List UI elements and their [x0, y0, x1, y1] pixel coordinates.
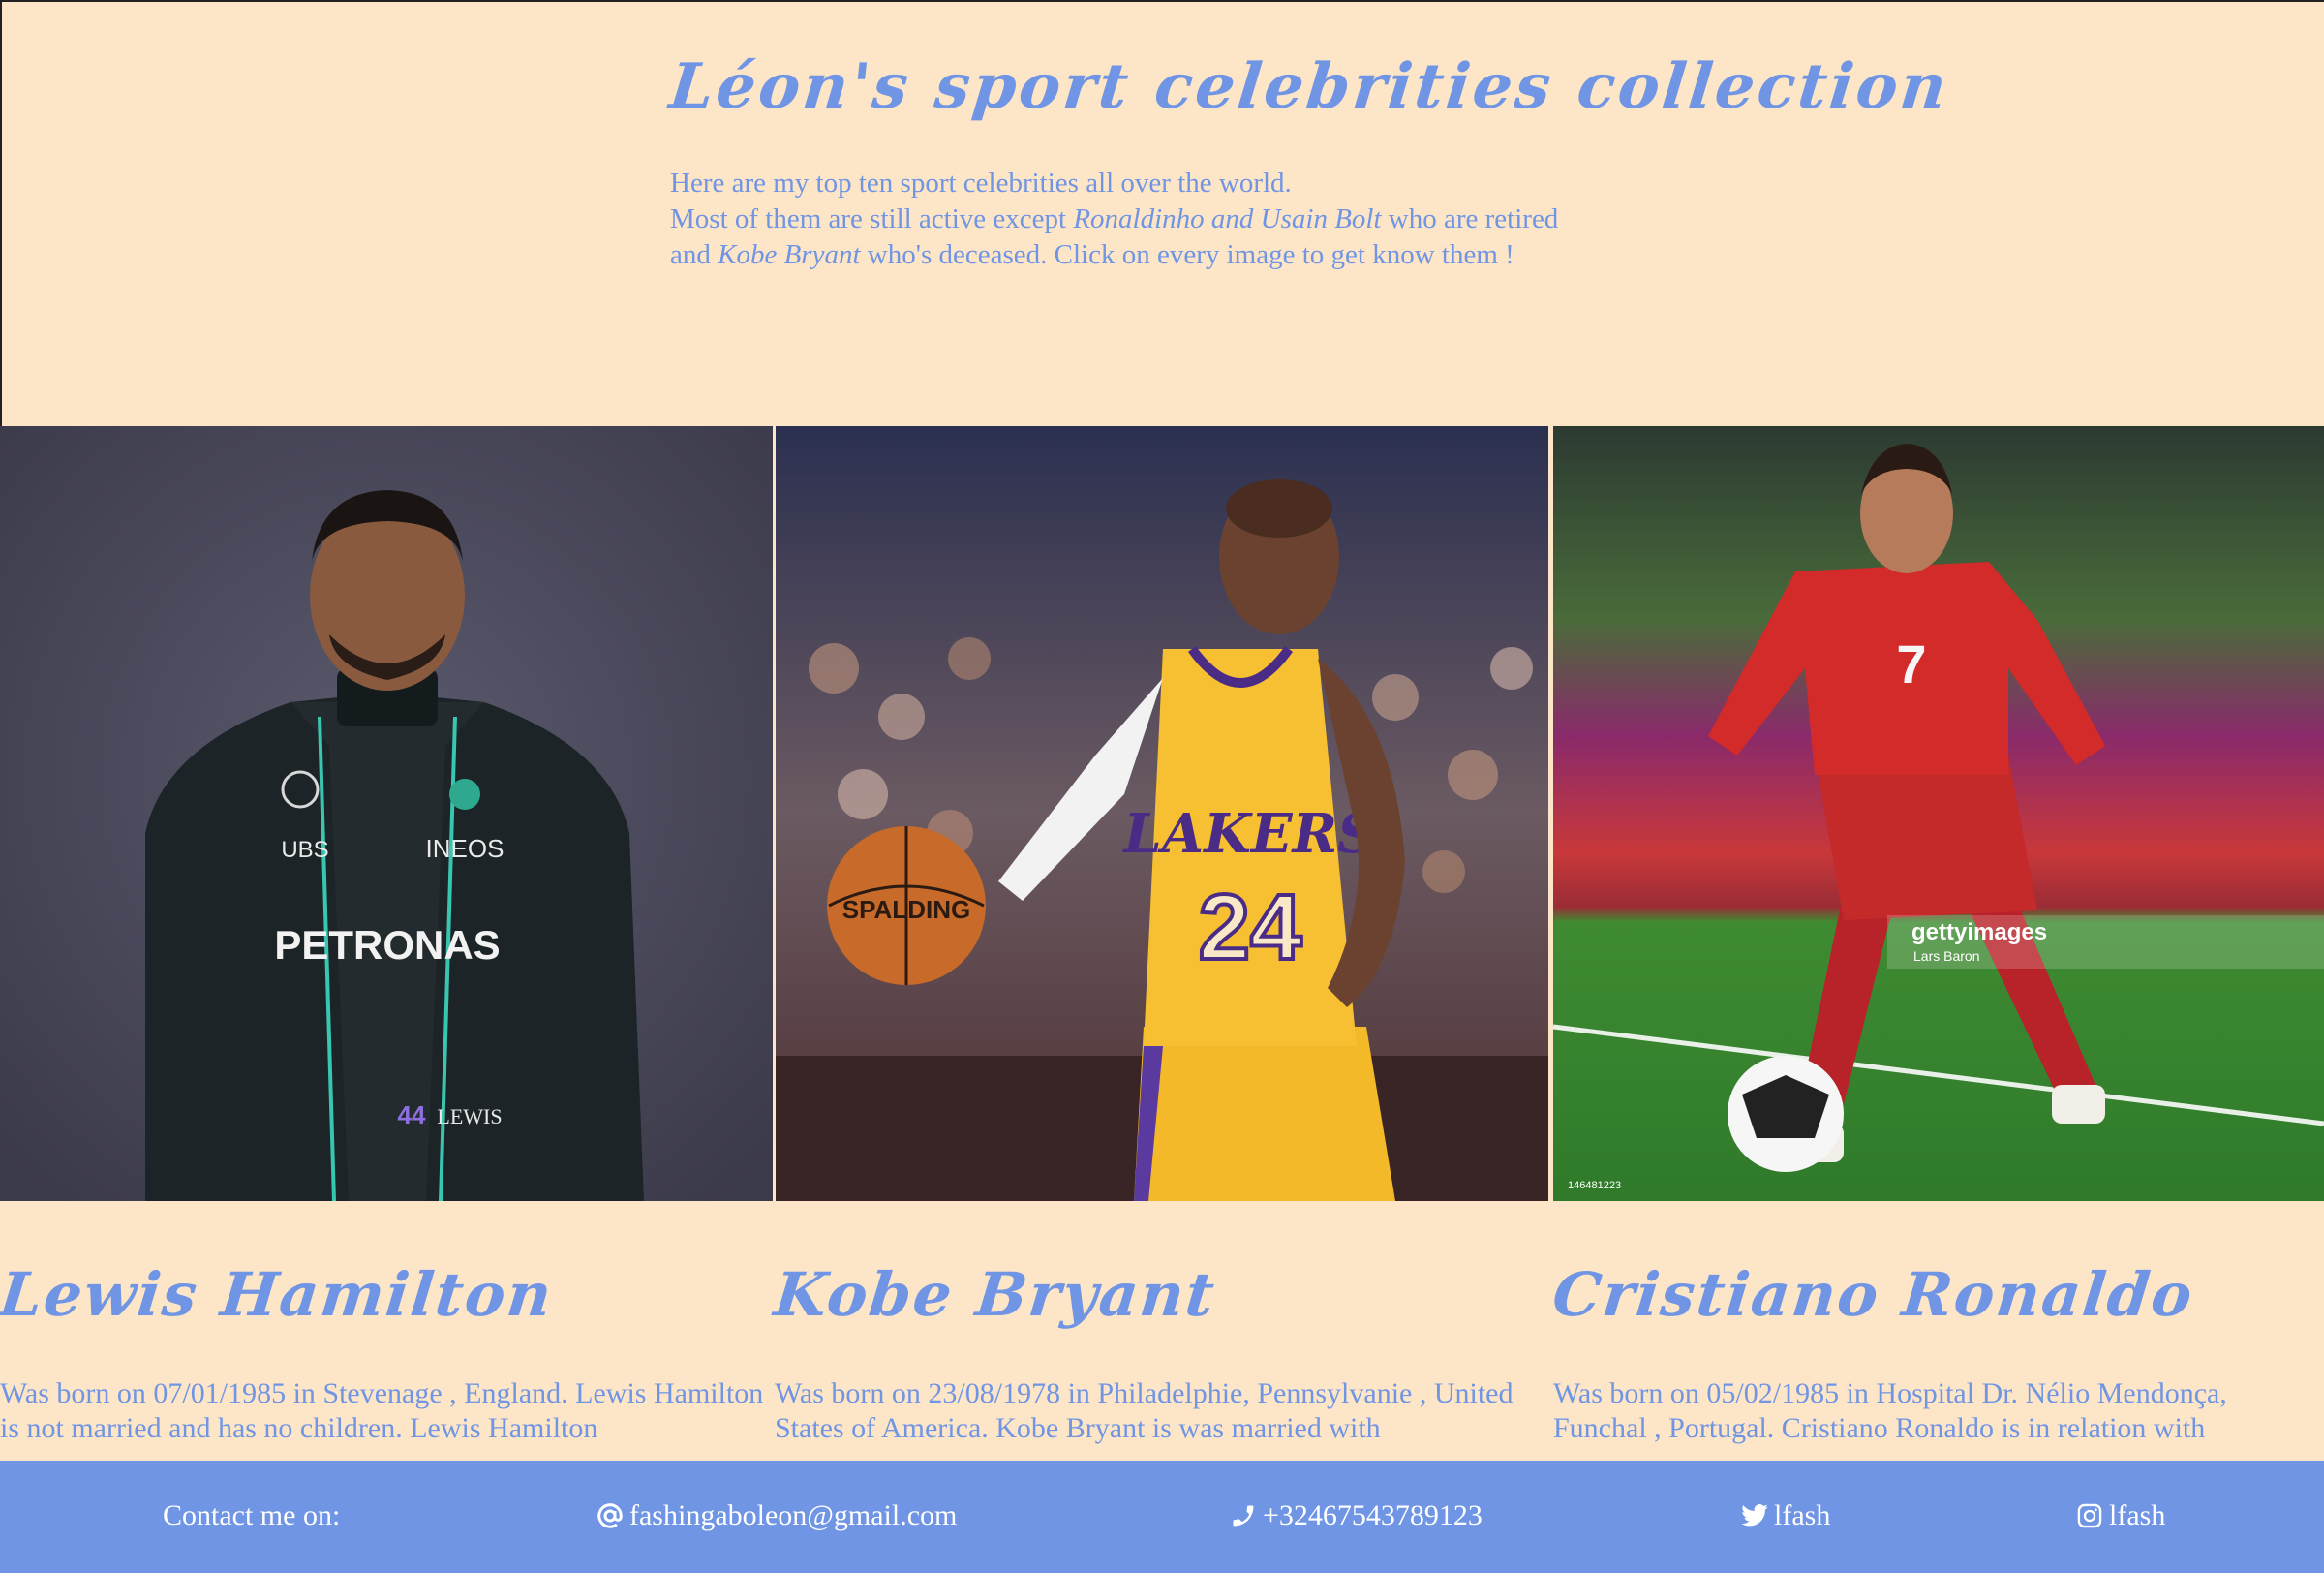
email-text: fashingaboleon@gmail.com	[629, 1499, 958, 1531]
page-header: Léon's sport celebrities collection Here…	[666, 50, 1952, 273]
intro-line-2-end: who are retired	[1381, 203, 1559, 234]
instagram-link[interactable]: lfash	[2074, 1499, 2165, 1532]
jersey-number: 7	[1896, 633, 1926, 694]
watermark: gettyimages	[1911, 919, 2047, 945]
lewis-hamilton-card: Lewis Hamilton Was born on 07/01/1985 in…	[0, 1259, 765, 1446]
image-id: 146481223	[1568, 1180, 1621, 1191]
intro-line-3-end: who's deceased. Click on every image to …	[860, 239, 1514, 270]
page-left-border	[0, 0, 2, 426]
phone-icon	[1228, 1500, 1259, 1531]
kobe-bryant-bio: Was born on 23/08/1978 in Philadelphie, …	[775, 1377, 1514, 1444]
kobe-bryant-card: Kobe Bryant Was born on 23/08/1978 in Ph…	[771, 1259, 1540, 1446]
instagram-icon	[2074, 1500, 2105, 1531]
phone-text: +32467543789123	[1263, 1499, 1483, 1531]
ball-brand: SPALDING	[842, 895, 970, 924]
cristiano-ronaldo-name: Cristiano Ronaldo	[1549, 1259, 2198, 1330]
instagram-handle: lfash	[2109, 1499, 2166, 1531]
svg-text:UBS: UBS	[281, 837, 328, 863]
at-icon	[595, 1500, 626, 1531]
twitter-link[interactable]: lfash	[1739, 1499, 1830, 1532]
phone-link[interactable]: +32467543789123	[1228, 1499, 1483, 1532]
intro-deceased-name: Kobe Bryant	[718, 239, 861, 270]
watermark-credit: Lars Baron	[1913, 948, 1979, 964]
svg-text:LEWIS: LEWIS	[437, 1104, 502, 1128]
twitter-icon	[1739, 1500, 1770, 1531]
svg-text:44: 44	[398, 1100, 426, 1129]
footer: Contact me on: fashingaboleon@gmail.com …	[0, 1461, 2324, 1573]
celebrity-gallery: PETRONAS INEOS UBS LEWIS 44 LAKERS 24 SP…	[0, 426, 2324, 1201]
kobe-bryant-image[interactable]: LAKERS 24 SPALDING	[776, 426, 1548, 1201]
svg-text:INEOS: INEOS	[426, 834, 505, 863]
suit-sponsor-text: PETRONAS	[274, 922, 500, 968]
cristiano-ronaldo-bio: Was born on 05/02/1985 in Hospital Dr. N…	[1553, 1377, 2227, 1444]
intro-line-1: Here are my top ten sport celebrities al…	[670, 168, 1292, 199]
page-title: Léon's sport celebrities collection	[666, 50, 1953, 123]
intro-text: Here are my top ten sport celebrities al…	[670, 166, 1697, 273]
jersey-number: 24	[1199, 876, 1302, 979]
intro-retired-names: Ronaldinho and Usain Bolt	[1073, 203, 1382, 234]
lewis-hamilton-bio: Was born on 07/01/1985 in Stevenage , En…	[0, 1377, 764, 1444]
cristiano-ronaldo-card: Cristiano Ronaldo Was born on 05/02/1985…	[1549, 1259, 2318, 1446]
lewis-hamilton-name: Lewis Hamilton	[0, 1259, 557, 1330]
kobe-bryant-name: Kobe Bryant	[771, 1259, 1220, 1330]
twitter-handle: lfash	[1774, 1499, 1831, 1531]
jersey-team: LAKERS	[1121, 802, 1376, 866]
page-top-border	[0, 0, 2324, 2]
intro-line-2-start: Most of them are still active except	[670, 203, 1074, 234]
cristiano-ronaldo-image[interactable]: 7 gettyimages Lars Baron 146481223	[1553, 426, 2324, 1201]
email-link[interactable]: fashingaboleon@gmail.com	[595, 1499, 957, 1532]
intro-line-3-start: and	[670, 239, 719, 270]
contact-label: Contact me on:	[163, 1499, 341, 1531]
lewis-hamilton-image[interactable]: PETRONAS INEOS UBS LEWIS 44	[0, 426, 773, 1201]
